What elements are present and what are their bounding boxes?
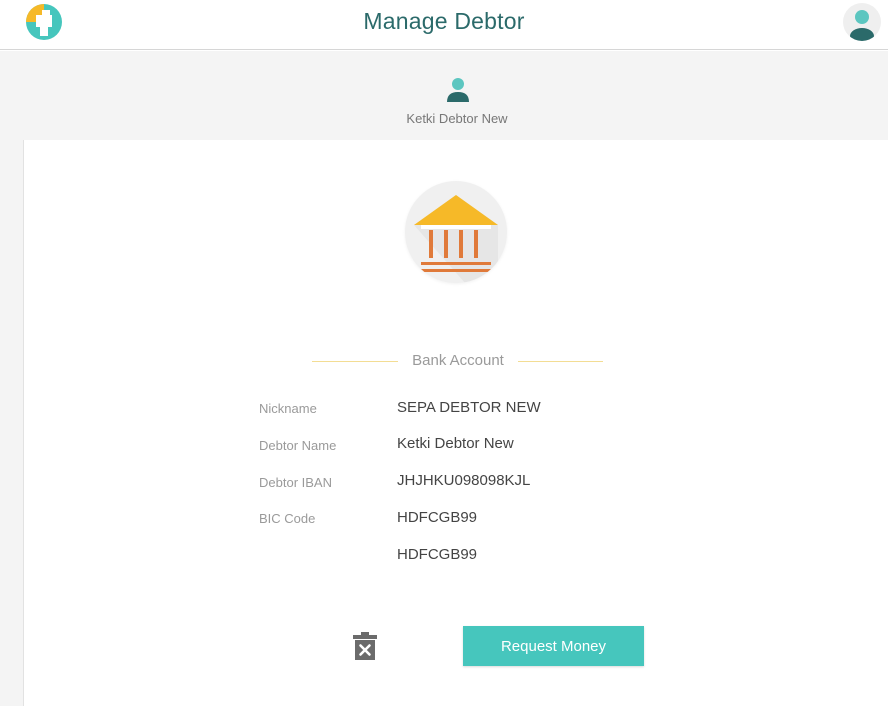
debtor-name-value: Ketki Debtor New — [397, 435, 514, 452]
nickname-label: Nickname — [259, 401, 317, 416]
bank-icon-badge — [405, 181, 507, 283]
debtor-name-label: Ketki Debtor New — [406, 111, 508, 126]
trash-icon — [353, 632, 377, 660]
bic-code-value: HDFCGB99 — [397, 509, 478, 526]
user-avatar-button[interactable] — [843, 3, 881, 41]
section-title: Bank Account — [412, 352, 504, 369]
bic-code-label: BIC Code — [259, 511, 316, 526]
user-avatar-icon — [447, 78, 469, 102]
page-title: Manage Debtor — [363, 8, 525, 34]
user-avatar-icon — [850, 10, 874, 41]
nickname-value: SEPA DEBTOR NEW — [397, 399, 541, 416]
request-money-button[interactable]: Request Money — [463, 626, 644, 666]
delete-debtor-button[interactable] — [352, 631, 378, 661]
section-divider-left — [312, 361, 398, 362]
bic-code-secondary-value: HDFCGB99 — [397, 546, 478, 563]
section-divider-right — [518, 361, 603, 362]
rail-divider — [23, 140, 24, 706]
left-rail — [0, 140, 23, 706]
debtor-profile-strip: Ketki Debtor New — [0, 51, 888, 140]
debtor-iban-value: JHJHKU098098KJL — [397, 472, 531, 489]
debtor-name-field-label: Debtor Name — [259, 438, 337, 453]
debtor-iban-label: Debtor IBAN — [259, 475, 332, 490]
app-header: Manage Debtor — [0, 0, 888, 50]
bank-icon — [414, 195, 498, 283]
